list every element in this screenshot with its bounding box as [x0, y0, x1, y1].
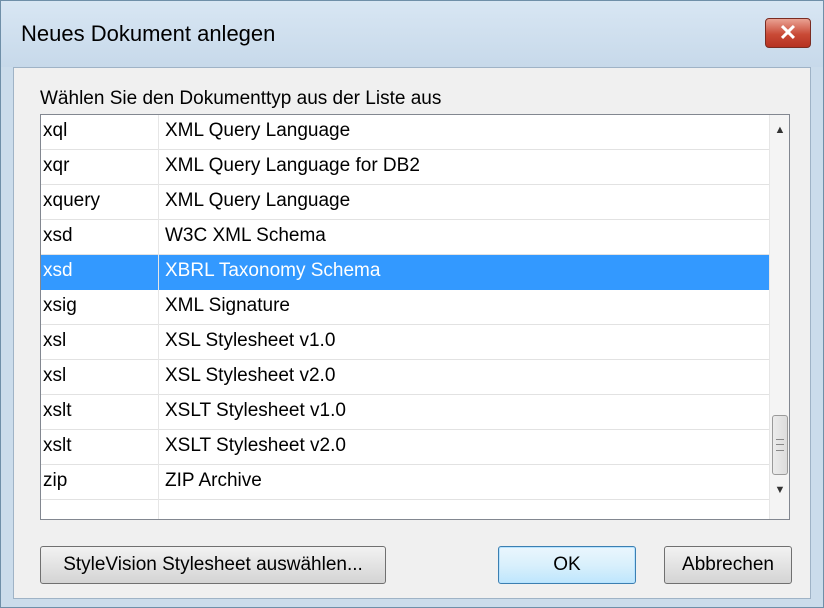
list-item[interactable]: xsig XML Signature — [41, 290, 769, 325]
file-extension: xquery — [43, 190, 101, 211]
dialog-title: Neues Dokument anlegen — [21, 21, 276, 46]
file-extension: xqr — [43, 155, 70, 176]
list-item[interactable]: xslt XSLT Stylesheet v2.0 — [41, 430, 769, 465]
new-document-dialog: Neues Dokument anlegen ✕ Wählen Sie den … — [0, 0, 824, 608]
scrollbar-thumb[interactable] — [772, 415, 788, 475]
select-stylevision-stylesheet-button[interactable]: StyleVision Stylesheet auswählen... — [40, 546, 386, 584]
list-item[interactable]: xsl XSL Stylesheet v2.0 — [41, 360, 769, 395]
document-type-description: XML Query Language for DB2 — [165, 155, 420, 176]
document-type-description: XSLT Stylesheet v1.0 — [165, 400, 346, 421]
file-extension: xslt — [43, 435, 72, 456]
document-type-description: XSL Stylesheet v1.0 — [165, 330, 336, 351]
document-type-description: W3C XML Schema — [165, 225, 326, 246]
file-extension: xslt — [43, 400, 72, 421]
file-extension: xsl — [43, 365, 67, 386]
file-extension: xsd — [43, 260, 73, 281]
list-item[interactable]: xql XML Query Language — [41, 115, 769, 150]
list-rows: xql XML Query Language xqr XML Query Langua… — [41, 115, 769, 500]
scroll-up-icon[interactable]: ▲ — [770, 119, 789, 141]
file-extension: xsig — [43, 295, 77, 316]
list-item[interactable]: xsl XSL Stylesheet v1.0 — [41, 325, 769, 360]
document-type-description: XBRL Taxonomy Schema — [165, 260, 381, 281]
list-item[interactable]: zip ZIP Archive — [41, 465, 769, 500]
vertical-scrollbar[interactable]: ▲ ▼ — [769, 115, 789, 519]
ok-button[interactable]: OK — [498, 546, 636, 584]
scroll-down-icon[interactable]: ▼ — [770, 479, 789, 501]
document-type-description: XML Query Language — [165, 120, 351, 141]
document-type-description: XML Query Language — [165, 190, 351, 211]
list-item[interactable]: xquery XML Query Language — [41, 185, 769, 220]
grip-icon — [776, 439, 784, 451]
list-item[interactable]: xqr XML Query Language for DB2 — [41, 150, 769, 185]
document-type-description: XSL Stylesheet v2.0 — [165, 365, 336, 386]
close-icon: ✕ — [778, 20, 798, 45]
dialog-body: Wählen Sie den Dokumenttyp aus der Liste… — [13, 67, 811, 599]
list-item[interactable]: xsd XBRL Taxonomy Schema — [41, 255, 769, 290]
document-type-description: XSLT Stylesheet v2.0 — [165, 435, 346, 456]
document-type-description: XML Signature — [165, 295, 290, 316]
file-extension: xsl — [43, 330, 67, 351]
column-separator — [158, 115, 159, 519]
document-type-description: ZIP Archive — [165, 470, 262, 491]
title-bar[interactable]: Neues Dokument anlegen ✕ — [1, 1, 823, 67]
cancel-button[interactable]: Abbrechen — [664, 546, 792, 584]
instruction-label: Wählen Sie den Dokumenttyp aus der Liste… — [40, 88, 442, 109]
file-extension: xsd — [43, 225, 73, 246]
list-item[interactable]: xsd W3C XML Schema — [41, 220, 769, 255]
list-item[interactable]: xslt XSLT Stylesheet v1.0 — [41, 395, 769, 430]
file-extension: zip — [43, 470, 68, 491]
close-button[interactable]: ✕ — [765, 18, 811, 48]
file-extension: xql — [43, 120, 68, 141]
document-type-list[interactable]: xql XML Query Language xqr XML Query Langua… — [40, 114, 790, 520]
